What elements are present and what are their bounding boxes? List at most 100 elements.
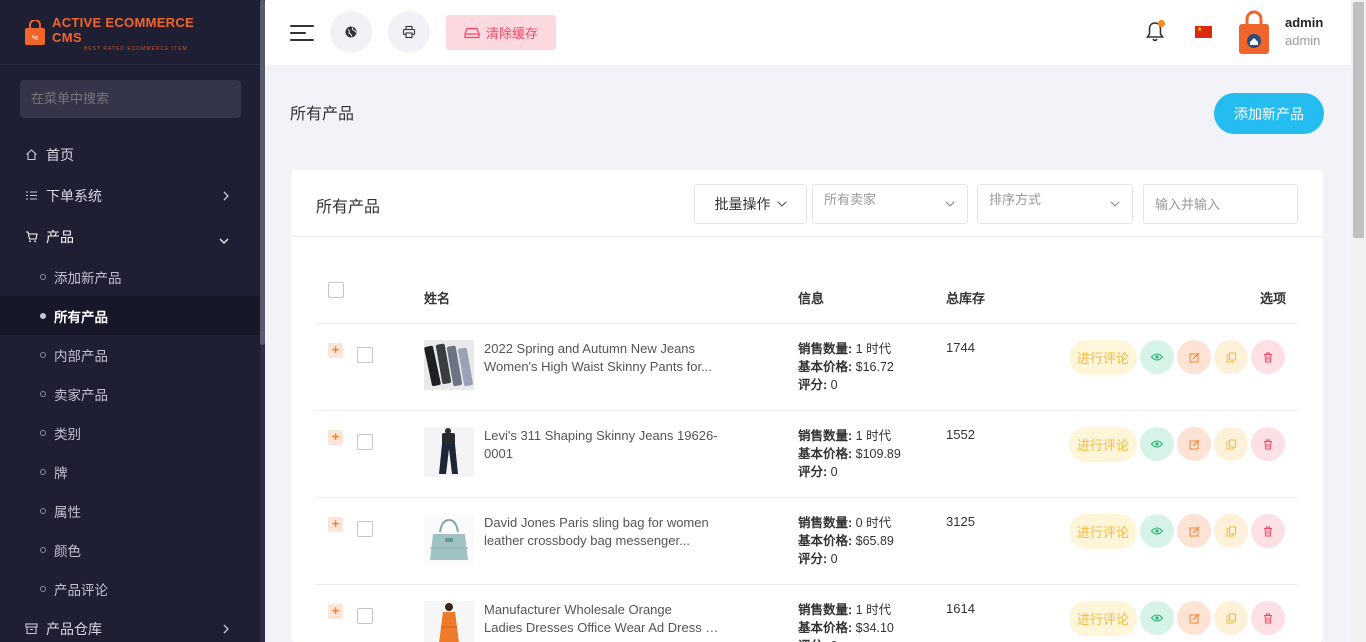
product-thumbnail xyxy=(424,340,474,390)
duplicate-button[interactable] xyxy=(1214,514,1248,548)
duplicate-button[interactable] xyxy=(1214,427,1248,461)
sidebar-item-warehouse[interactable]: 产品仓库 xyxy=(0,608,260,642)
notification-dot xyxy=(1158,20,1165,27)
product-name-link[interactable]: Manufacturer Wholesale Orange Ladies Dre… xyxy=(484,601,719,637)
review-button[interactable]: 进行评论 xyxy=(1069,514,1137,549)
review-button[interactable]: 进行评论 xyxy=(1069,601,1137,636)
trash-icon xyxy=(1264,526,1272,536)
chevron-down-icon xyxy=(945,201,955,207)
sidebar-subitem-colors[interactable]: 颜色 xyxy=(0,530,260,569)
table-row: + 2022 Spring and Autumn New Jeans Women… xyxy=(291,324,1323,411)
sidebar-subitem-inhouse-products[interactable]: 内部产品 xyxy=(0,335,260,374)
logo[interactable]: % ACTIVE ECOMMERCE CMS BEST RATED ECOMME… xyxy=(24,15,224,52)
row-checkbox[interactable] xyxy=(357,434,373,450)
menu-search-input[interactable] xyxy=(20,80,241,118)
product-stock: 1614 xyxy=(946,601,975,616)
china-flag-icon[interactable]: ★ xyxy=(1195,26,1212,38)
product-name-link[interactable]: 2022 Spring and Autumn New Jeans Women's… xyxy=(484,340,719,376)
sidebar-item-home[interactable]: 首页 xyxy=(0,134,260,175)
copy-icon xyxy=(1226,613,1236,623)
sidebar-subitem-categories[interactable]: 类别 xyxy=(0,413,260,452)
cart-icon xyxy=(25,230,38,243)
bulk-action-label: 批量操作 xyxy=(714,196,771,212)
edit-button[interactable] xyxy=(1177,601,1211,635)
sort-select[interactable]: 排序方式 xyxy=(977,184,1133,224)
edit-button[interactable] xyxy=(1177,340,1211,374)
product-stock: 3125 xyxy=(946,514,975,529)
bulk-action-dropdown[interactable]: 批量操作 xyxy=(694,184,807,224)
view-button[interactable] xyxy=(1140,601,1174,635)
row-checkbox[interactable] xyxy=(357,521,373,537)
eye-icon xyxy=(1151,353,1163,361)
sidebar-menu: 首页 下单系统 产品 添加新产品 所有产品 内部产品 卖家产品 类别 牌 属性 xyxy=(0,134,260,642)
sidebar-subitem-all-products[interactable]: 所有产品 xyxy=(0,296,260,335)
sidebar-subitem-seller-products[interactable]: 卖家产品 xyxy=(0,374,260,413)
edit-icon xyxy=(1189,526,1199,536)
card-divider xyxy=(291,236,1323,237)
edit-button[interactable] xyxy=(1177,427,1211,461)
sidebar: % ACTIVE ECOMMERCE CMS BEST RATED ECOMME… xyxy=(0,0,265,642)
product-info: 销售数量: 1 时代 基本价格: $109.89 评分: 0 xyxy=(798,429,901,479)
chevron-down-icon xyxy=(1110,201,1120,207)
avatar[interactable] xyxy=(1238,10,1270,56)
sidebar-item-label: 产品 xyxy=(46,228,74,245)
expand-row-icon[interactable]: + xyxy=(328,343,343,358)
print-button[interactable] xyxy=(388,11,430,53)
sidebar-item-label: 首页 xyxy=(46,146,74,163)
sidebar-subitem-add-product[interactable]: 添加新产品 xyxy=(0,257,260,296)
sidebar-item-label: 产品仓库 xyxy=(46,620,102,637)
sidebar-subitem-product-reviews[interactable]: 产品评论 xyxy=(0,569,260,608)
page-scrollbar[interactable] xyxy=(1351,0,1366,642)
user-name[interactable]: admin xyxy=(1285,15,1323,30)
delete-button[interactable] xyxy=(1251,427,1285,461)
trash-icon xyxy=(1264,613,1272,623)
add-new-product-button[interactable]: 添加新产品 xyxy=(1214,93,1324,134)
product-stock: 1744 xyxy=(946,340,975,355)
review-button[interactable]: 进行评论 xyxy=(1069,340,1137,375)
sidebar-item-orders[interactable]: 下单系统 xyxy=(0,175,260,216)
table-row: + Levi's 311 Shaping Skinny Jeans 19626-… xyxy=(291,411,1323,498)
list-icon xyxy=(25,189,38,202)
expand-row-icon[interactable]: + xyxy=(328,604,343,619)
bullet-icon xyxy=(40,468,46,475)
product-info: 销售数量: 0 时代 基本价格: $65.89 评分: 0 xyxy=(798,516,894,566)
product-search-input[interactable] xyxy=(1143,184,1298,224)
delete-button[interactable] xyxy=(1251,514,1285,548)
hamburger-menu-icon[interactable] xyxy=(290,22,314,44)
duplicate-button[interactable] xyxy=(1214,601,1248,635)
edit-icon xyxy=(1189,439,1199,449)
row-checkbox[interactable] xyxy=(357,347,373,363)
product-thumbnail xyxy=(424,514,474,564)
card-title: 所有产品 xyxy=(316,199,381,216)
seller-select[interactable]: 所有卖家 xyxy=(812,184,968,224)
column-header-name[interactable]: 姓名 xyxy=(424,288,450,307)
delete-button[interactable] xyxy=(1251,601,1285,635)
page-scroll-thumb[interactable] xyxy=(1353,2,1364,238)
clear-cache-button[interactable]: 清除缓存 xyxy=(446,15,556,50)
review-button[interactable]: 进行评论 xyxy=(1069,427,1137,462)
column-header-options: 选项 xyxy=(1260,291,1287,306)
eye-icon xyxy=(1151,527,1163,535)
top-header: 清除缓存 ★ admin admin xyxy=(265,0,1351,65)
sidebar-item-products[interactable]: 产品 xyxy=(0,216,260,257)
sidebar-subitem-brands[interactable]: 牌 xyxy=(0,452,260,491)
globe-button[interactable] xyxy=(330,11,372,53)
sidebar-scrollbar[interactable] xyxy=(260,0,265,642)
view-button[interactable] xyxy=(1140,427,1174,461)
edit-button[interactable] xyxy=(1177,514,1211,548)
view-button[interactable] xyxy=(1140,340,1174,374)
product-name-link[interactable]: David Jones Paris sling bag for women le… xyxy=(484,514,719,550)
sidebar-subitem-attributes[interactable]: 属性 xyxy=(0,491,260,530)
delete-button[interactable] xyxy=(1251,340,1285,374)
edit-icon xyxy=(1189,352,1199,362)
eye-icon xyxy=(1151,440,1163,448)
expand-row-icon[interactable]: + xyxy=(328,517,343,532)
archive-icon xyxy=(25,622,38,635)
eye-icon xyxy=(1151,614,1163,622)
product-name-link[interactable]: Levi's 311 Shaping Skinny Jeans 19626- 0… xyxy=(484,427,719,463)
expand-row-icon[interactable]: + xyxy=(328,430,343,445)
view-button[interactable] xyxy=(1140,514,1174,548)
duplicate-button[interactable] xyxy=(1214,340,1248,374)
row-checkbox[interactable] xyxy=(357,608,373,624)
select-all-checkbox[interactable] xyxy=(328,282,344,298)
